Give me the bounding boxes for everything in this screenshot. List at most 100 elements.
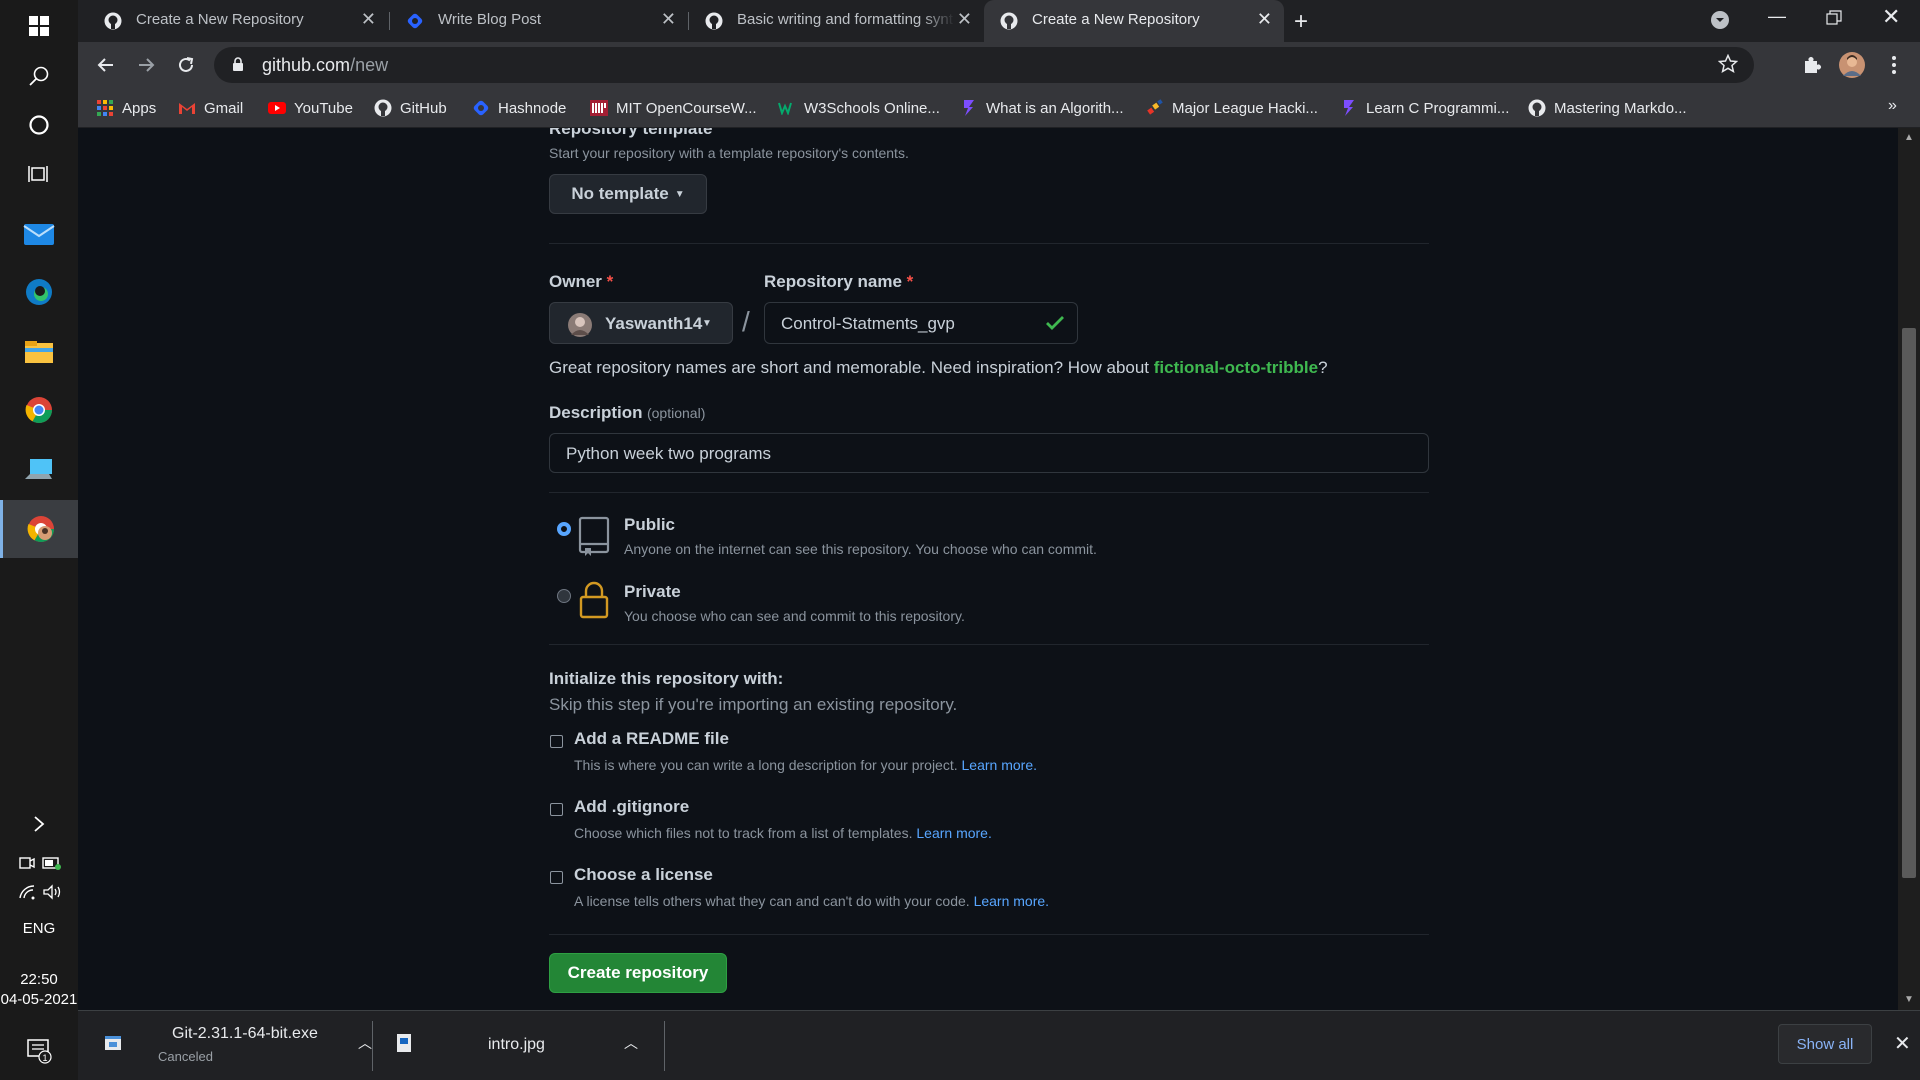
minimize-window-icon[interactable]: — [1768, 6, 1786, 27]
show-all-downloads-button[interactable]: Show all [1778, 1024, 1872, 1064]
remote-desktop-icon[interactable] [0, 444, 78, 496]
profile-avatar[interactable] [1838, 51, 1866, 79]
new-tab-plus-icon[interactable]: + [1294, 8, 1308, 36]
download-status: Canceled [158, 1049, 213, 1064]
template-select-button[interactable]: No template ▼ [549, 174, 707, 214]
back-arrow-icon[interactable] [92, 51, 120, 79]
scroll-down-arrow-icon[interactable]: ▼ [1904, 994, 1914, 1005]
bookmark-youtube[interactable]: YouTube [268, 96, 353, 120]
bookmark-mlh[interactable]: Major League Hacki... [1146, 96, 1318, 120]
tray-icons-row1 [18, 855, 62, 873]
bookmark-label: What is an Algorith... [986, 99, 1124, 117]
search-icon[interactable] [0, 50, 78, 102]
tab-1[interactable]: Create a New Repository ✕ [88, 0, 388, 42]
section-divider [549, 492, 1429, 493]
close-window-icon[interactable]: ✕ [1882, 4, 1900, 30]
chevron-up-icon[interactable]: ︿ [358, 1033, 372, 1053]
learn-more-link[interactable]: Learn more. [962, 757, 1037, 773]
bookmark-hashnode[interactable]: Hashnode [472, 96, 566, 120]
downloads-bar: Git-2.31.1-64-bit.exe Canceled ︿ intro.j… [78, 1010, 1920, 1080]
cortana-icon[interactable] [0, 99, 78, 151]
section-divider [549, 644, 1429, 645]
scroll-up-arrow-icon[interactable]: ▲ [1904, 132, 1914, 143]
task-view-icon[interactable] [0, 148, 78, 200]
create-repository-button[interactable]: Create repository [549, 953, 727, 993]
edge-icon[interactable] [0, 266, 78, 318]
clock-time[interactable]: 22:50 [0, 971, 78, 988]
address-bar[interactable]: github.com/new [214, 47, 1754, 83]
tab-search-dropdown-icon[interactable] [1710, 10, 1730, 35]
chrome-profile-icon[interactable] [0, 500, 78, 558]
license-title: Choose a license [574, 865, 713, 884]
exe-file-icon [104, 1035, 122, 1056]
tab-2[interactable]: Write Blog Post ✕ [390, 0, 688, 42]
chevron-up-icon[interactable]: ︿ [624, 1033, 638, 1053]
bookmark-mastering-markdown[interactable]: Mastering Markdo... [1528, 96, 1687, 120]
windows-start-icon[interactable] [0, 0, 78, 52]
description-input[interactable]: Python week two programs [549, 433, 1429, 473]
learn-more-link[interactable]: Learn more. [974, 893, 1049, 909]
readme-checkbox[interactable] [550, 735, 563, 748]
bookmark-apps[interactable]: Apps [96, 96, 156, 120]
license-description: A license tells others what they can and… [574, 893, 1050, 909]
browser-tab-strip: Create a New Repository ✕ Write Blog Pos… [78, 0, 1920, 42]
gitignore-checkbox[interactable] [550, 803, 563, 816]
download-item-intro[interactable]: intro.jpg ︿ [388, 1021, 728, 1069]
forward-arrow-icon[interactable] [132, 51, 160, 79]
kebab-menu-icon[interactable] [1880, 51, 1908, 79]
tab-3[interactable]: Basic writing and formatting synt ✕ [689, 0, 984, 42]
bookmark-algorithm[interactable]: What is an Algorith... [960, 96, 1124, 120]
bookmark-gmail[interactable]: Gmail [178, 96, 243, 120]
tab-close-icon[interactable]: ✕ [661, 9, 676, 30]
license-checkbox[interactable] [550, 871, 563, 884]
github-icon [374, 99, 392, 117]
restore-window-icon[interactable] [1826, 10, 1842, 31]
template-heading: Repository template [549, 128, 713, 138]
tab-4-active[interactable]: Create a New Repository ✕ [984, 0, 1284, 42]
bookmark-w3schools[interactable]: W3Schools Online... [778, 96, 940, 120]
gmail-icon [178, 99, 196, 117]
download-item-git[interactable]: Git-2.31.1-64-bit.exe Canceled ︿ [98, 1021, 388, 1069]
bookmark-github[interactable]: GitHub [374, 96, 447, 120]
tab-close-icon[interactable]: ✕ [361, 9, 376, 30]
readme-title: Add a README file [574, 729, 729, 748]
meet-now-icon[interactable] [18, 855, 36, 871]
private-title: Private [624, 582, 681, 601]
private-radio[interactable] [557, 589, 571, 603]
description-value: Python week two programs [566, 444, 772, 463]
check-icon [1045, 314, 1065, 337]
extensions-puzzle-icon[interactable] [1798, 51, 1826, 79]
battery-icon[interactable] [42, 855, 62, 871]
bookmark-mit[interactable]: MIT OpenCourseW... [590, 96, 757, 120]
wifi-icon[interactable] [18, 884, 36, 900]
reload-icon[interactable] [172, 51, 200, 79]
file-explorer-icon[interactable] [0, 326, 78, 378]
action-center-icon[interactable]: 1 [0, 1025, 78, 1077]
mail-icon[interactable] [0, 208, 78, 260]
windows-taskbar: ENG 22:50 04-05-2021 1 [0, 0, 78, 1080]
caret-down-icon: ▼ [674, 188, 685, 200]
learn-more-link[interactable]: Learn more. [916, 825, 991, 841]
tab-close-icon[interactable]: ✕ [957, 9, 972, 30]
volume-icon[interactable] [42, 884, 62, 900]
clock-date[interactable]: 04-05-2021 [0, 991, 78, 1008]
repo-name-input[interactable]: Control-Statments_gvp [764, 302, 1078, 344]
name-suggestion-link[interactable]: fictional-octo-tribble [1154, 358, 1318, 377]
page-scrollbar[interactable]: ▲ ▼ [1898, 128, 1920, 1010]
chrome-icon[interactable] [0, 384, 78, 436]
owner-avatar [568, 313, 592, 342]
tab-label: Create a New Repository [136, 11, 304, 28]
lock-icon[interactable] [232, 57, 244, 77]
more-bookmarks-chevron-icon[interactable]: » [1888, 97, 1897, 115]
tab-close-icon[interactable]: ✕ [1257, 9, 1272, 30]
private-description: You choose who can see and commit to thi… [624, 608, 965, 624]
public-radio[interactable] [557, 522, 571, 536]
bookmark-learn-c[interactable]: Learn C Programmi... [1340, 96, 1509, 120]
bookmark-label: GitHub [400, 99, 447, 117]
show-hidden-icons-chevron-icon[interactable] [0, 808, 78, 840]
scrollbar-thumb[interactable] [1902, 328, 1916, 878]
bookmark-star-icon[interactable] [1717, 53, 1739, 79]
close-downloads-bar-icon[interactable]: ✕ [1894, 1031, 1911, 1056]
language-indicator[interactable]: ENG [0, 920, 78, 937]
owner-select-button[interactable]: Yaswanth14 ▼ [549, 302, 733, 344]
